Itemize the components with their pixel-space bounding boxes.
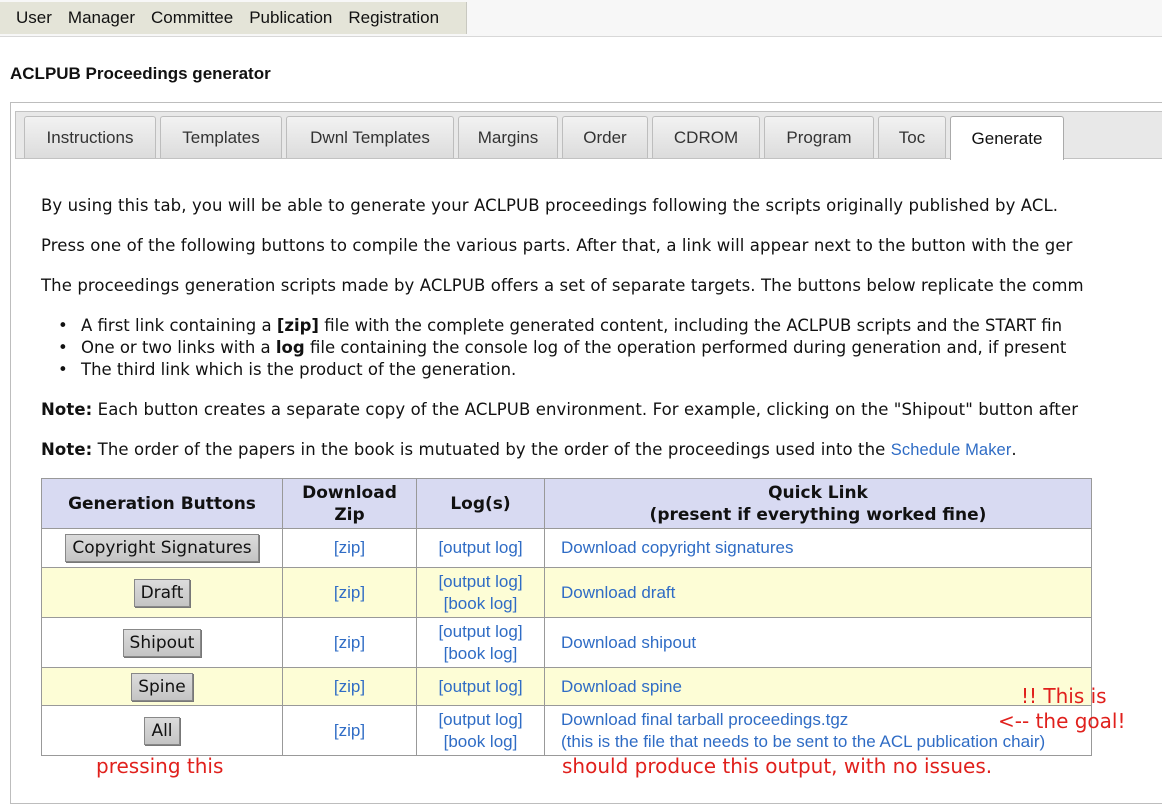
- annotation-pressing-this: pressing this: [96, 754, 224, 778]
- table-header-row: Generation Buttons Download Zip Log(s) Qu…: [41, 478, 1092, 529]
- tab-cdrom[interactable]: CDROM: [652, 116, 760, 158]
- note-copies: Note: Each button creates a separate cop…: [41, 400, 1079, 419]
- tab-bar: Instructions Templates Dwnl Templates Ma…: [15, 111, 1162, 160]
- note-order: Note: The order of the papers in the boo…: [41, 440, 1017, 459]
- output-log-link[interactable]: [output log]: [417, 621, 544, 643]
- download-spine-link[interactable]: Download spine: [561, 677, 682, 696]
- menu-user[interactable]: User: [0, 8, 60, 28]
- generation-table: Generation Buttons Download Zip Log(s) Qu…: [41, 478, 1092, 756]
- tab-instructions[interactable]: Instructions: [24, 116, 156, 158]
- table-row: Copyright Signatures [zip] [output log] …: [41, 528, 1092, 568]
- tab-program[interactable]: Program: [764, 116, 874, 158]
- zip-link[interactable]: [zip]: [334, 538, 365, 557]
- download-draft-link[interactable]: Download draft: [561, 583, 675, 602]
- zip-link[interactable]: [zip]: [334, 633, 365, 652]
- tab-toc[interactable]: Toc: [878, 116, 946, 158]
- header-quick-link: Quick Link (present if everything worked …: [544, 478, 1092, 529]
- intro-paragraph-3: The proceedings generation scripts made …: [41, 276, 1084, 295]
- download-shipout-link[interactable]: Download shipout: [561, 633, 696, 652]
- tab-margins[interactable]: Margins: [458, 116, 558, 158]
- intro-bullet-list: A first link containing a [zip] file wit…: [58, 315, 1066, 381]
- tab-templates[interactable]: Templates: [160, 116, 282, 158]
- schedule-maker-link[interactable]: Schedule Maker: [891, 441, 1012, 459]
- annotation-output: should produce this output, with no issu…: [562, 754, 993, 778]
- menu-registration[interactable]: Registration: [340, 8, 447, 28]
- book-log-link[interactable]: [book log]: [417, 593, 544, 615]
- zip-link[interactable]: [zip]: [334, 583, 365, 602]
- book-log-link[interactable]: [book log]: [417, 643, 544, 665]
- menu-manager[interactable]: Manager: [60, 8, 143, 28]
- header-generation-buttons: Generation Buttons: [41, 478, 283, 529]
- menu-committee[interactable]: Committee: [143, 8, 241, 28]
- header-logs: Log(s): [416, 478, 545, 529]
- table-row: All [zip] [output log] [book log] Downloa…: [41, 705, 1092, 756]
- page-title: ACLPUB Proceedings generator: [10, 64, 271, 83]
- bullet-zip: A first link containing a [zip] file wit…: [58, 315, 1066, 337]
- tarball-note: (this is the file that needs to be sent …: [561, 731, 1046, 751]
- output-log-link[interactable]: [output log]: [417, 537, 544, 559]
- annotation-goal-line1: !! This is: [1021, 684, 1107, 708]
- table-row: Draft [zip] [output log] [book log] Downl…: [41, 567, 1092, 618]
- draft-button[interactable]: Draft: [133, 578, 191, 607]
- menu-bar: User Manager Committee Publication Regis…: [0, 0, 1162, 37]
- shipout-button[interactable]: Shipout: [122, 628, 202, 657]
- table-row: Spine [zip] [output log] Download spine: [41, 667, 1092, 706]
- zip-link[interactable]: [zip]: [334, 721, 365, 740]
- table-row: Shipout [zip] [output log] [book log] Dow…: [41, 617, 1092, 668]
- menu-bar-items: User Manager Committee Publication Regis…: [0, 2, 467, 34]
- output-log-link[interactable]: [output log]: [417, 709, 544, 731]
- book-log-link[interactable]: [book log]: [417, 731, 544, 753]
- download-copyright-signatures-link[interactable]: Download copyright signatures: [561, 538, 793, 557]
- intro-paragraph-1: By using this tab, you will be able to g…: [41, 196, 1059, 215]
- bullet-product: The third link which is the product of t…: [58, 359, 1066, 381]
- tab-order[interactable]: Order: [562, 116, 648, 158]
- all-button[interactable]: All: [144, 716, 180, 745]
- spine-button[interactable]: Spine: [131, 672, 193, 701]
- output-log-link[interactable]: [output log]: [417, 571, 544, 593]
- output-log-link[interactable]: [output log]: [417, 676, 544, 698]
- menu-publication[interactable]: Publication: [241, 8, 340, 28]
- bullet-log: One or two links with a log file contain…: [58, 337, 1066, 359]
- tab-generate[interactable]: Generate: [950, 116, 1064, 160]
- annotation-goal-line2: <-- the goal!: [998, 709, 1126, 733]
- header-download-zip: Download Zip: [282, 478, 417, 529]
- tab-dwnl-templates[interactable]: Dwnl Templates: [286, 116, 454, 158]
- zip-link[interactable]: [zip]: [334, 677, 365, 696]
- intro-paragraph-2: Press one of the following buttons to co…: [41, 236, 1073, 255]
- copyright-signatures-button[interactable]: Copyright Signatures: [65, 534, 259, 562]
